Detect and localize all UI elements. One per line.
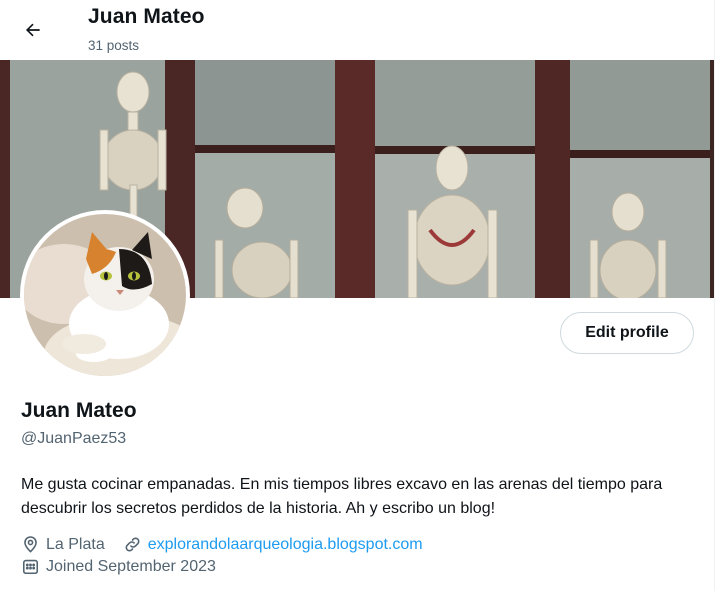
profile-joined-row: Joined September 2023	[21, 557, 216, 576]
profile-avatar[interactable]	[20, 210, 190, 380]
profile-meta-row: La Plata explorandolaarqueologia.blogspo…	[21, 535, 423, 554]
arrow-left-icon	[25, 23, 40, 37]
back-button[interactable]	[14, 12, 52, 48]
header-profile-name: Juan Mateo	[88, 5, 205, 28]
profile-handle: @JuanPaez53	[21, 430, 127, 447]
profile-location: La Plata	[46, 535, 105, 553]
profile-display-name: Juan Mateo	[21, 399, 137, 422]
profile-bio: Me gusta cocinar empanadas. En mis tiemp…	[21, 476, 663, 517]
header-posts-count: 31 posts	[88, 38, 140, 53]
calendar-icon	[22, 559, 39, 575]
profile-page: Juan Mateo 31 posts Edit profile Juan Ma…	[0, 0, 715, 591]
location-pin-icon	[24, 536, 37, 553]
profile-joined-date: Joined September 2023	[46, 557, 216, 575]
profile-website[interactable]: explorandolaarqueologia.blogspot.com	[123, 535, 423, 554]
profile-website-link[interactable]: explorandolaarqueologia.blogspot.com	[148, 536, 423, 554]
link-icon	[125, 537, 140, 552]
profile-header-bar: Juan Mateo 31 posts	[0, 0, 714, 60]
edit-profile-button[interactable]: Edit profile	[560, 312, 694, 354]
